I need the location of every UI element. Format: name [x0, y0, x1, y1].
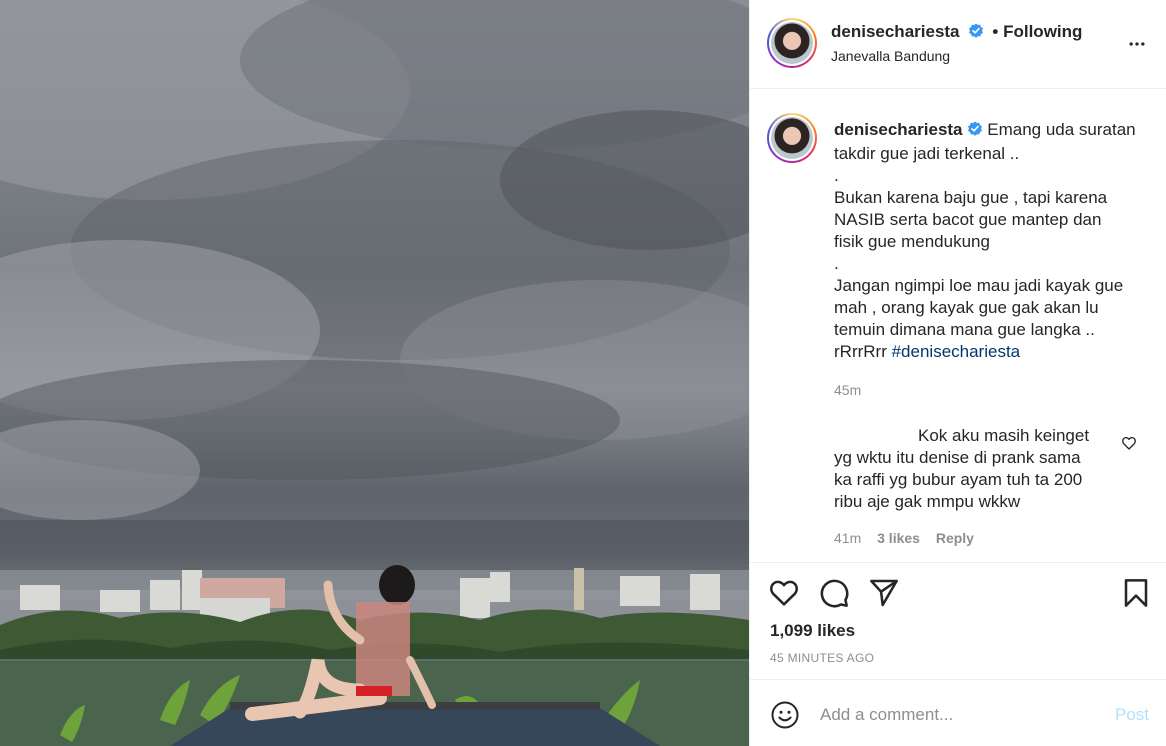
caption-line: .: [834, 166, 839, 185]
caption-line: NASIB serta bacot gue mantep dan: [834, 210, 1102, 229]
verified-badge-icon: [967, 121, 983, 143]
caption: denisechariesta Emang uda suratan takdir…: [834, 119, 1144, 401]
heart-icon[interactable]: [768, 577, 800, 609]
action-bar: 1,099 likes 45 MINUTES AGO: [750, 562, 1166, 679]
caption-line: rRrrRrr: [834, 342, 887, 361]
reply-meta: 41m 3 likes Reply: [834, 527, 1104, 549]
reply-line: yg wktu itu denise di prank sama: [834, 448, 1081, 467]
post-button[interactable]: Post: [1115, 705, 1149, 725]
bookmark-icon[interactable]: [1120, 577, 1152, 609]
verified-badge-icon: [968, 23, 984, 44]
caption-line: .: [834, 254, 839, 273]
reply-line: Kok aku masih keinget: [918, 426, 1090, 445]
photo-scene: [0, 0, 749, 746]
caption-line: takdir gue jadi terkenal ..: [834, 144, 1020, 163]
reply-line: ka raffi yg bubur ayam tuh ta 200: [834, 470, 1083, 489]
reply-likes[interactable]: 3 likes: [877, 530, 920, 546]
comments-list[interactable]: denisechariesta Emang uda suratan takdir…: [750, 89, 1166, 562]
caption-line: Emang uda suratan: [987, 120, 1136, 139]
comment-like-heart-icon[interactable]: [1121, 435, 1137, 451]
author-avatar[interactable]: [767, 18, 817, 68]
caption-line: fisik gue mendukung: [834, 232, 990, 251]
post-header: denisechariesta • Following Janevalla Ba…: [750, 0, 1166, 89]
reply-comment: Kok aku masih keinget yg wktu itu denise…: [834, 425, 1104, 549]
comment-composer: Post: [750, 679, 1166, 746]
smiley-icon[interactable]: [770, 700, 800, 730]
hashtag-link[interactable]: #denisechariesta: [892, 342, 1021, 361]
caption-username[interactable]: denisechariesta: [834, 120, 963, 139]
caption-line: temuin dimana mana gue langka ..: [834, 320, 1095, 339]
reply-button[interactable]: Reply: [936, 530, 974, 546]
post-photo[interactable]: [0, 0, 749, 746]
caption-avatar[interactable]: [767, 113, 817, 163]
following-button[interactable]: • Following: [992, 22, 1082, 41]
comment-bubble-icon[interactable]: [818, 577, 850, 609]
like-count[interactable]: 1,099 likes: [770, 621, 855, 641]
caption-line: mah , orang kayak gue gak akan lu: [834, 298, 1099, 317]
more-horizontal-icon[interactable]: [1127, 34, 1147, 54]
posted-time[interactable]: 45 MINUTES AGO: [770, 651, 874, 665]
caption-line: Bukan karena baju gue , tapi karena: [834, 188, 1108, 207]
reply-line: ribu aje gak mmpu wkkw: [834, 492, 1021, 511]
caption-time[interactable]: 45m: [834, 379, 1144, 401]
author-username[interactable]: denisechariesta: [831, 22, 960, 41]
post-detail-panel: denisechariesta • Following Janevalla Ba…: [749, 0, 1166, 746]
comment-input[interactable]: [820, 700, 1100, 730]
reply-time[interactable]: 41m: [834, 530, 861, 546]
paper-plane-icon[interactable]: [868, 577, 900, 609]
caption-line: Jangan ngimpi loe mau jadi kayak gue: [834, 276, 1124, 295]
post-location[interactable]: Janevalla Bandung: [831, 48, 950, 64]
